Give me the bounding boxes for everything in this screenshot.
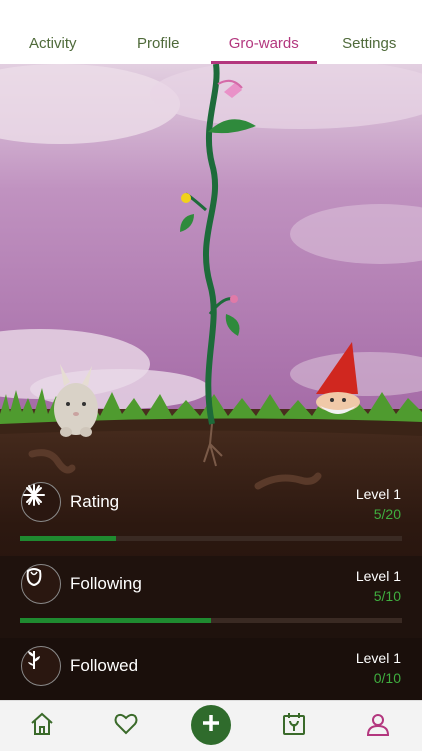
home-icon <box>29 711 55 742</box>
stat-label: Rating <box>70 492 119 512</box>
tab-gro-wards[interactable]: Gro-wards <box>211 35 317 64</box>
asterisk-flower-icon <box>21 482 61 522</box>
stat-progress: 5/20 <box>374 506 401 522</box>
stat-row-following: Following Level 1 5/10 <box>0 556 422 638</box>
stat-progress: 0/10 <box>374 670 401 686</box>
calendar-plant-icon <box>281 711 307 742</box>
nav-calendar[interactable] <box>264 701 324 751</box>
add-button[interactable] <box>191 705 231 745</box>
stat-level: Level 1 <box>356 568 401 584</box>
nav-home[interactable] <box>12 701 72 751</box>
nav-favorites[interactable] <box>96 701 156 751</box>
stat-row-followed: Followed Level 1 0/10 <box>0 638 422 700</box>
garden-scene: Rating Level 1 5/20 Following Level 1 5/… <box>0 64 422 700</box>
tab-settings[interactable]: Settings <box>317 35 422 64</box>
stat-progress: 5/10 <box>374 588 401 604</box>
top-tab-bar: Activity Profile Gro-wards Settings <box>0 0 422 64</box>
nav-profile[interactable] <box>348 701 408 751</box>
stat-level: Level 1 <box>356 486 401 502</box>
tulip-icon <box>21 564 61 604</box>
stat-label: Following <box>70 574 142 594</box>
progress-fill <box>20 536 116 541</box>
stat-label: Followed <box>70 656 138 676</box>
sprout-icon <box>21 646 61 686</box>
progress-fill <box>20 618 211 623</box>
progress-track <box>20 618 402 623</box>
profile-icon <box>365 711 391 742</box>
tab-activity[interactable]: Activity <box>0 35 106 64</box>
stat-level: Level 1 <box>356 650 401 666</box>
stat-row-rating: Rating Level 1 5/20 <box>0 474 422 556</box>
progress-track <box>20 536 402 541</box>
heart-icon <box>113 711 139 742</box>
tab-profile[interactable]: Profile <box>106 35 212 64</box>
plus-icon <box>200 712 222 739</box>
